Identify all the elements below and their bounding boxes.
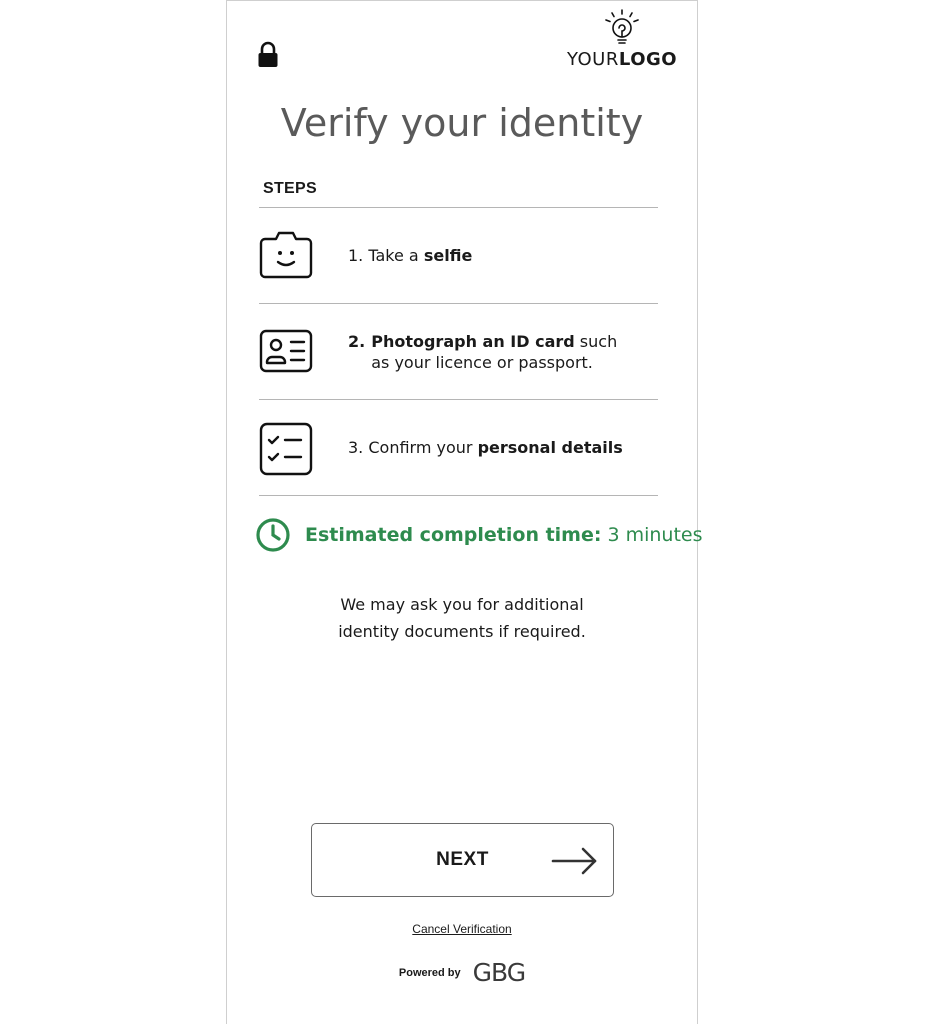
powered-by: Powered by GBG [227, 958, 697, 987]
cancel-link-wrap: Cancel Verification [227, 922, 697, 936]
page-title: Verify your identity [280, 101, 644, 145]
gbg-logo: GBG [472, 958, 526, 987]
step-2-text: 2. Photograph an ID card such as your li… [348, 332, 618, 372]
next-button[interactable]: NEXT [311, 823, 614, 897]
step-id-card: 2. Photograph an ID card such as your li… [259, 304, 658, 400]
camera-selfie-icon [259, 230, 313, 280]
lock-icon [257, 41, 279, 69]
step-selfie: 1. Take a selfie [259, 208, 658, 304]
step-personal-details: 3. Confirm your personal details [259, 400, 658, 496]
checklist-icon [259, 422, 313, 476]
estimated-time-value: 3 minutes [607, 524, 703, 546]
additional-documents-note: We may ask you for additional identity d… [338, 595, 586, 641]
id-card-icon [259, 326, 313, 376]
clock-icon [256, 518, 290, 552]
step-3-text: 3. Confirm your personal details [348, 438, 623, 457]
steps-heading: STEPS [263, 180, 317, 197]
steps-list: 1. Take a selfie 2. Photograph an ID car… [259, 207, 658, 496]
step-1-text: 1. Take a selfie [348, 246, 473, 265]
arrow-right-icon [551, 846, 599, 879]
verification-screen: YOURLOGO Verify your identity STEPS 1. T… [226, 0, 703, 1024]
lightbulb-icon [605, 9, 639, 44]
powered-by-label: Powered by [398, 966, 461, 979]
logo-wordmark: YOURLOGO [567, 49, 678, 70]
estimated-time: Estimated completion time: 3 minutes [255, 517, 703, 553]
cancel-verification-link[interactable]: Cancel Verification [412, 922, 511, 936]
company-logo: YOURLOGO [567, 9, 677, 71]
estimated-time-label: Estimated completion time: [305, 524, 602, 546]
